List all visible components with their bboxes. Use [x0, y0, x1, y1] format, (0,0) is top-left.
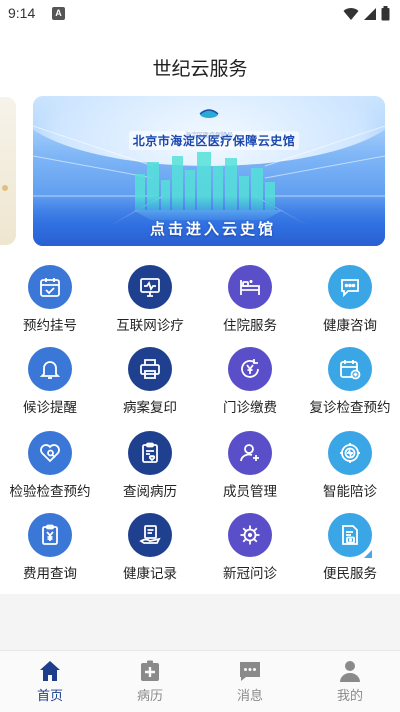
signal-icon — [364, 7, 376, 20]
tab-profile[interactable]: 我的 — [300, 651, 400, 712]
service-outpatient-payment[interactable]: 门诊缴费 — [200, 344, 300, 426]
service-label: 智能陪诊 — [323, 484, 377, 500]
service-convenience[interactable]: 便民服务 — [300, 510, 400, 592]
message-icon — [240, 662, 260, 681]
service-health-records[interactable]: 健康记录 — [100, 510, 200, 592]
banner-previous-slide[interactable] — [0, 97, 16, 245]
service-online-consult[interactable]: 互联网诊疗 — [100, 262, 200, 344]
service-covid-consult[interactable]: 新冠问诊 — [200, 510, 300, 592]
status-bar: 9:14 A — [0, 0, 400, 28]
wifi-icon — [343, 7, 359, 20]
virus-icon — [228, 513, 272, 557]
clipboard-yuan-icon — [28, 513, 72, 557]
service-appointment[interactable]: 预约挂号 — [0, 262, 100, 344]
notification-a-icon: A — [52, 7, 65, 20]
service-label: 便民服务 — [323, 566, 377, 582]
user-add-icon — [228, 431, 272, 475]
service-smart-escort[interactable]: 智能陪诊 — [300, 428, 400, 510]
service-view-records[interactable]: 查阅病历 — [100, 428, 200, 510]
service-followup-booking[interactable]: 复诊检查预约 — [300, 344, 400, 426]
service-label: 健康咨询 — [323, 318, 377, 334]
bell-icon — [28, 347, 72, 391]
calendar-icon — [28, 265, 72, 309]
status-time: 9:14 — [8, 5, 36, 21]
service-lab-booking[interactable]: 检验检查预约 — [0, 428, 100, 510]
tab-home[interactable]: 首页 — [0, 651, 100, 712]
museum-logo-icon — [199, 109, 219, 118]
tab-label: 消息 — [236, 689, 263, 704]
service-label: 住院服务 — [223, 318, 277, 334]
monitor-pulse-icon — [128, 265, 172, 309]
home-icon — [40, 661, 60, 681]
service-label: 检验检查预约 — [9, 484, 91, 500]
chat-bubble-icon — [328, 265, 372, 309]
service-record-copy[interactable]: 病案复印 — [100, 344, 200, 426]
service-label: 查阅病历 — [123, 484, 177, 500]
battery-icon — [381, 6, 390, 21]
service-label: 候诊提醒 — [23, 400, 77, 416]
tab-messages[interactable]: 消息 — [200, 651, 300, 712]
clipboard-heart-icon — [128, 431, 172, 475]
service-fee-query[interactable]: 费用查询 — [0, 510, 100, 592]
service-label: 病案复印 — [123, 400, 177, 416]
tab-label: 首页 — [36, 689, 63, 704]
banner-headline: 北京市海淀区医疗保障云史馆 — [129, 131, 299, 150]
calendar-plus-icon — [328, 347, 372, 391]
tab-label: 我的 — [336, 689, 363, 704]
banner-cta: 点击进入云史馆 — [149, 220, 276, 238]
person-icon — [340, 661, 360, 682]
hand-document-icon — [128, 513, 172, 557]
service-inpatient[interactable]: 住院服务 — [200, 262, 300, 344]
service-queue-reminder[interactable]: 候诊提醒 — [0, 344, 100, 426]
yuan-refresh-icon — [228, 347, 272, 391]
medical-kit-icon — [141, 660, 159, 681]
service-label: 健康记录 — [123, 566, 177, 582]
service-label: 费用查询 — [23, 566, 77, 582]
target-pulse-icon — [328, 431, 372, 475]
status-indicators — [343, 6, 390, 21]
service-label: 新冠问诊 — [223, 566, 277, 582]
tab-label: 病历 — [136, 689, 163, 704]
corner-indicator — [364, 550, 372, 558]
heart-search-icon — [28, 431, 72, 475]
service-label: 复诊检查预约 — [309, 400, 391, 416]
bottom-tab-bar: 首页 病历 消息 我的 — [0, 650, 400, 712]
service-member-management[interactable]: 成员管理 — [200, 428, 300, 510]
service-label: 成员管理 — [223, 484, 277, 500]
hospital-bed-icon — [228, 265, 272, 309]
content-bottom-spacer — [0, 594, 400, 650]
service-label: 预约挂号 — [23, 318, 77, 334]
cloud-museum-banner[interactable]: 海淀区医疗保障局 北京市海淀区医疗保障云史馆 点击进入云史馆 — [33, 96, 385, 246]
service-label: 门诊缴费 — [223, 400, 277, 416]
page-title: 世纪云服务 — [152, 58, 248, 80]
printer-icon — [128, 347, 172, 391]
service-health-consult[interactable]: 健康咨询 — [300, 262, 400, 344]
tab-medical-records[interactable]: 病历 — [100, 651, 200, 712]
service-label: 互联网诊疗 — [116, 318, 184, 334]
